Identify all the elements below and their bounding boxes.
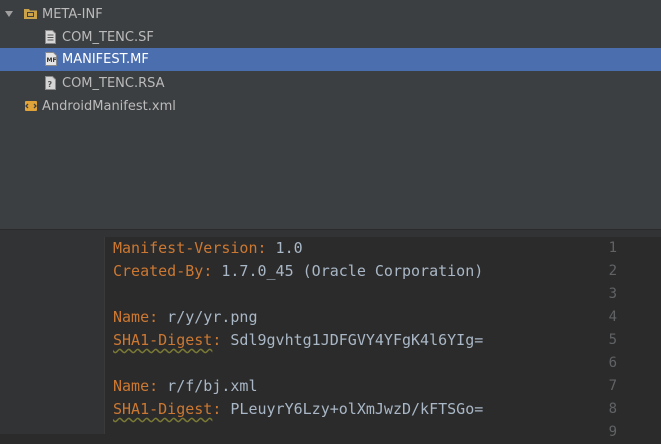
code-line[interactable]: SHA1-Digest: Sdl9gvhtg1JDFGVY4YFgK4l6YIg… bbox=[113, 329, 483, 352]
code-line[interactable]: SHA1-Digest: PLeuyrY6Lzy+olXmJwzD/kFTSGo… bbox=[113, 398, 483, 421]
unknown-file-icon: ? bbox=[45, 76, 56, 90]
chevron-down-icon[interactable] bbox=[4, 9, 14, 19]
line-number: 1 bbox=[608, 240, 617, 256]
manifest-key: SHA1-Digest bbox=[113, 331, 213, 349]
tree-item-label: MANIFEST.MF bbox=[62, 52, 149, 67]
line-number: 8 bbox=[608, 401, 617, 417]
line-number: 4 bbox=[608, 309, 617, 325]
colon: : bbox=[149, 377, 159, 395]
line-number: 7 bbox=[608, 378, 617, 394]
manifest-key: Name bbox=[113, 308, 150, 326]
colon: : bbox=[149, 308, 159, 326]
manifest-key: Created-By bbox=[113, 262, 204, 280]
manifest-value: 1.7.0_45 (Oracle Corporation) bbox=[212, 262, 484, 280]
line-number: 3 bbox=[608, 286, 617, 302]
tree-item-com-tenc-rsa[interactable]: ? COM_TENC.RSA bbox=[0, 72, 661, 95]
tree-item-label: AndroidManifest.xml bbox=[42, 99, 176, 114]
tree-item-label: COM_TENC.RSA bbox=[62, 76, 165, 91]
colon: : bbox=[257, 239, 267, 257]
tree-item-meta-inf[interactable]: META-INF bbox=[0, 3, 661, 26]
manifest-value: 1.0 bbox=[266, 239, 303, 257]
project-tree: META-INF COM_TENC.SF MF MANIFEST.MF ? CO… bbox=[0, 0, 661, 229]
svg-text:MF: MF bbox=[47, 57, 57, 64]
line-number: 9 bbox=[608, 424, 617, 440]
manifest-key: SHA1-Digest bbox=[113, 400, 213, 418]
line-number: 6 bbox=[608, 355, 617, 371]
folder-icon bbox=[24, 9, 37, 19]
code-line[interactable]: Name: r/f/bj.xml bbox=[113, 375, 258, 398]
code-editor[interactable]: 1 2 3 4 5 6 7 8 9 Manifest-Version: 1.0 … bbox=[0, 237, 661, 440]
xml-file-icon bbox=[25, 101, 37, 111]
file-text-icon bbox=[45, 30, 56, 44]
code-line[interactable]: Manifest-Version: 1.0 bbox=[113, 237, 303, 260]
tree-item-androidmanifest-xml[interactable]: AndroidManifest.xml bbox=[0, 95, 661, 118]
code-line[interactable]: Created-By: 1.7.0_45 (Oracle Corporation… bbox=[113, 260, 483, 283]
line-number-gutter bbox=[0, 237, 104, 434]
tree-item-label: COM_TENC.SF bbox=[62, 30, 154, 45]
tree-item-label: META-INF bbox=[42, 7, 103, 22]
line-number: 2 bbox=[608, 263, 617, 279]
manifest-value: PLeuyrY6Lzy+olXmJwzD/kFTSGo= bbox=[221, 400, 484, 418]
tree-item-manifest-mf[interactable]: MF MANIFEST.MF bbox=[0, 48, 661, 71]
code-line[interactable]: Name: r/y/yr.png bbox=[113, 306, 258, 329]
svg-text:?: ? bbox=[48, 80, 53, 89]
manifest-value: r/f/bj.xml bbox=[158, 377, 258, 395]
manifest-key: Name bbox=[113, 377, 150, 395]
line-number: 5 bbox=[608, 332, 617, 348]
manifest-value: r/y/yr.png bbox=[158, 308, 258, 326]
colon: : bbox=[203, 262, 213, 280]
manifest-file-icon: MF bbox=[45, 52, 57, 66]
gutter-separator bbox=[104, 237, 105, 434]
manifest-value: Sdl9gvhtg1JDFGVY4YFgK4l6YIg= bbox=[221, 331, 484, 349]
tree-item-com-tenc-sf[interactable]: COM_TENC.SF bbox=[0, 26, 661, 49]
manifest-key: Manifest-Version bbox=[113, 239, 258, 257]
